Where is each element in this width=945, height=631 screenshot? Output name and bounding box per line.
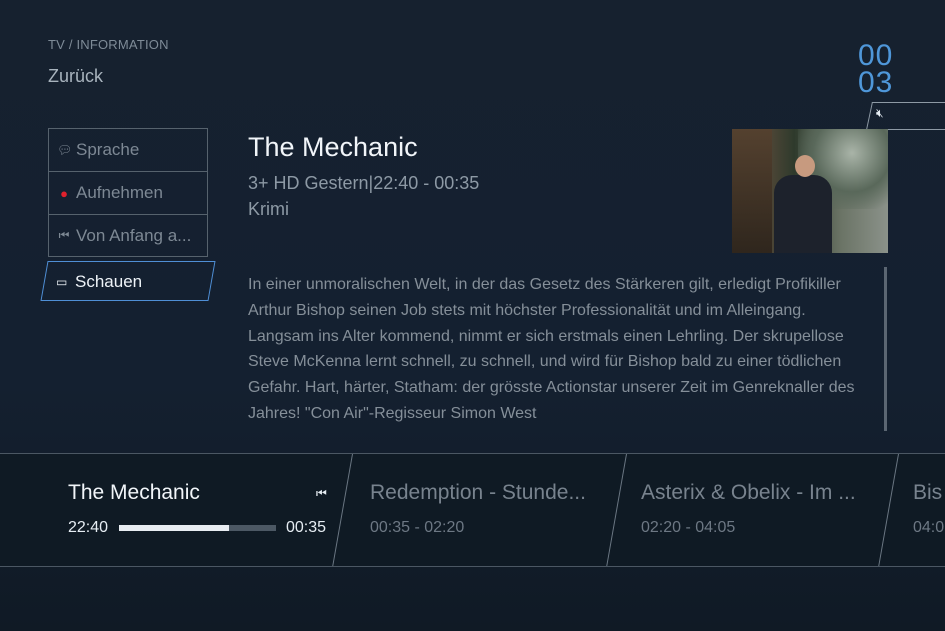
menu-item-schauen-content[interactable]: ▭ Schauen	[56, 272, 142, 292]
channel-number-line2: 03	[858, 66, 894, 99]
current-program-title[interactable]: The Mechanic	[68, 481, 200, 505]
next-program-time: 04:0	[913, 519, 945, 536]
current-program-start: 22:40	[68, 519, 109, 536]
program-timeline	[0, 453, 945, 567]
menu-item-label: Aufnehmen	[76, 183, 163, 202]
menu-item-von-anfang[interactable]: ⏮︎ Von Anfang a...	[48, 214, 208, 257]
restart-icon: ⏮︎	[58, 228, 70, 242]
progress-bar-fill	[119, 525, 229, 531]
breadcrumb: TV / INFORMATION	[48, 37, 169, 52]
next-program-title[interactable]: Bis	[913, 481, 942, 505]
next-program-title[interactable]: Asterix & Obelix - Im ...	[641, 481, 856, 505]
program-meta: 3+ HD Gestern|22:40 - 00:35	[248, 173, 480, 193]
program-genre: Krimi	[248, 199, 289, 219]
menu-item-sprache[interactable]: 💬︎ Sprache	[48, 128, 208, 171]
thumbnail-figure-body	[774, 175, 832, 253]
program-thumbnail	[732, 129, 888, 253]
description-scrollbar[interactable]	[884, 267, 887, 431]
program-description: In einer unmoralischen Welt, in der das …	[248, 276, 855, 422]
current-program-end: 00:35	[286, 519, 327, 536]
menu-item-aufnehmen[interactable]: ● Aufnehmen	[48, 171, 208, 214]
back-link[interactable]: Zurück	[48, 66, 103, 87]
menu-item-label: Schauen	[75, 272, 143, 291]
record-dot-icon: ●	[60, 185, 68, 201]
menu-item-label: Sprache	[76, 140, 140, 159]
next-program-time: 00:35 - 02:20	[370, 519, 465, 536]
thumbnail-figure-head	[795, 155, 815, 177]
thumbnail-tree	[732, 129, 772, 253]
program-title: The Mechanic	[248, 132, 418, 162]
progress-bar	[119, 525, 276, 531]
next-program-time: 02:20 - 04:05	[641, 519, 736, 536]
menu-item-label: Von Anfang a...	[76, 225, 192, 245]
channel-number-line1: 00	[858, 39, 894, 72]
speech-bubble-icon: 💬︎	[57, 143, 73, 157]
speaker-mute-icon: 🔇︎	[876, 106, 884, 120]
action-menu: 💬︎ Sprache ● Aufnehmen ⏮︎ Von Anfang a..…	[48, 128, 208, 257]
channel-number: 00 03	[858, 39, 894, 99]
next-program-title[interactable]: Redemption - Stunde...	[370, 481, 586, 505]
restart-icon: ⏮︎	[316, 486, 327, 500]
tv-screen-icon: ▭	[56, 275, 68, 289]
